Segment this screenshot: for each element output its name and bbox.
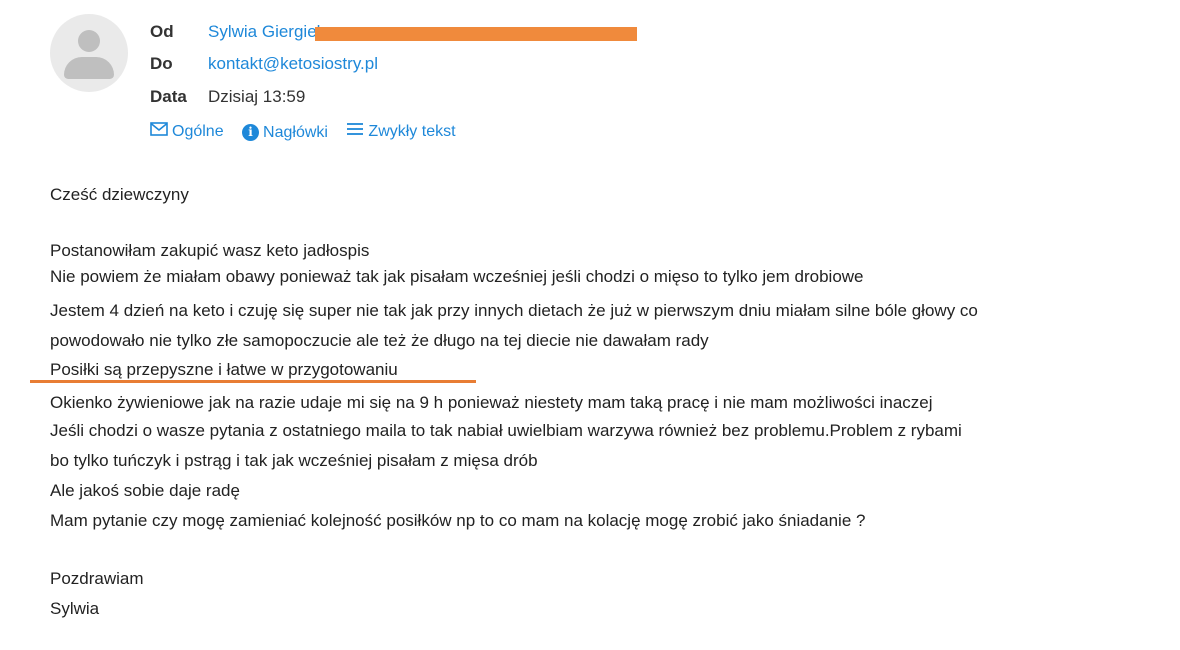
envelope-icon <box>150 121 168 143</box>
view-tabs: Ogólne i Nagłówki Zwykły tekst <box>150 121 470 143</box>
lines-icon <box>346 121 364 143</box>
avatar <box>50 14 128 92</box>
from-name-link[interactable]: Sylwia Giergiel <box>208 22 320 41</box>
redaction-bar <box>315 27 637 41</box>
message-line: Jestem 4 dzień na keto i czuję się super… <box>50 301 978 320</box>
message-line: Mam pytanie czy mogę zamieniać kolejność… <box>50 511 866 530</box>
avatar-head-shape <box>78 30 100 52</box>
date-label: Data <box>150 87 187 106</box>
highlight-underline <box>30 380 476 383</box>
tab-headers[interactable]: i Nagłówki <box>242 122 328 144</box>
message-line: powodowało nie tylko złe samopoczucie al… <box>50 331 709 350</box>
message-line: Okienko żywieniowe jak na razie udaje mi… <box>50 393 933 412</box>
message-line: Jeśli chodzi o wasze pytania z ostatnieg… <box>50 421 962 440</box>
to-label: Do <box>150 54 173 73</box>
info-icon: i <box>242 124 260 141</box>
message-line: bo tylko tuńczyk i pstrąg i tak jak wcze… <box>50 451 538 470</box>
to-email-link[interactable]: kontakt@ketosiostry.pl <box>208 54 378 73</box>
date-value: Dzisiaj 13:59 <box>208 87 306 106</box>
tab-general-label: Ogólne <box>172 123 224 140</box>
date-row: Data Dzisiaj 13:59 <box>150 86 305 108</box>
tab-general[interactable]: Ogólne <box>150 121 224 143</box>
tab-plain-text-label: Zwykły tekst <box>368 123 456 140</box>
tab-headers-label: Nagłówki <box>263 123 328 141</box>
message-line: Postanowiłam zakupić wasz keto jadłospis <box>50 241 370 260</box>
message-line: Ale jakoś sobie daje radę <box>50 481 240 500</box>
from-label: Od <box>150 22 174 41</box>
tab-plain-text[interactable]: Zwykły tekst <box>346 121 456 143</box>
to-row: Do kontakt@ketosiostry.pl <box>150 53 378 75</box>
from-row: Od Sylwia Giergiel <box>150 21 320 43</box>
message-line-highlighted: Posiłki są przepyszne i łatwe w przygoto… <box>50 360 398 379</box>
signature-line: Sylwia <box>50 599 100 618</box>
avatar-body-shape <box>64 57 114 79</box>
closing-line: Pozdrawiam <box>50 569 144 588</box>
message-line: Nie powiem że miałam obawy ponieważ tak … <box>50 267 864 286</box>
greeting-line: Cześć dziewczyny <box>50 185 189 204</box>
